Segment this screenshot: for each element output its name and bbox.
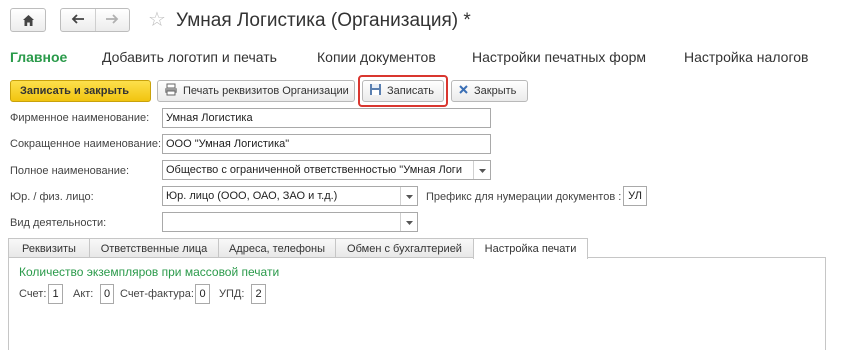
tab-label: Обмен с бухгалтерией — [347, 242, 462, 255]
chevron-down-icon — [405, 190, 413, 202]
forward-button[interactable] — [94, 9, 130, 31]
history-navigation — [60, 8, 130, 32]
section-tax-settings[interactable]: Настройка налогов — [684, 48, 808, 66]
window-title: Умная Логистика (Организация) * — [176, 10, 471, 31]
arrow-right-icon — [105, 13, 119, 27]
firm-name-field[interactable]: Умная Логистика — [162, 108, 491, 128]
full-name-dropdown-button[interactable] — [473, 161, 490, 179]
act-copies-field[interactable]: 0 — [100, 284, 114, 304]
tab-responsible-persons[interactable]: Ответственные лица — [89, 238, 219, 258]
tab-addresses-phones[interactable]: Адреса, телефоны — [218, 238, 336, 258]
tab-label: Адреса, телефоны — [228, 242, 326, 255]
entity-type-value: Юр. лицо (ООО, ОАО, ЗАО и т.д.) — [166, 190, 338, 202]
copies-heading: Количество экземпляров при массовой печа… — [19, 265, 280, 279]
tab-print-settings[interactable]: Настройка печати — [473, 238, 588, 259]
close-label: Закрыть — [474, 85, 517, 97]
section-print-form-settings[interactable]: Настройки печатных форм — [472, 48, 646, 66]
printer-icon — [164, 83, 183, 99]
entity-type-label: Юр. / физ. лицо: — [10, 191, 94, 203]
section-main[interactable]: Главное — [10, 48, 67, 66]
vat-invoice-copies-field[interactable]: 0 — [195, 284, 210, 304]
upd-copies-field[interactable]: 2 — [251, 284, 266, 304]
close-icon — [458, 84, 474, 98]
save-and-close-label: Записать и закрыть — [20, 85, 130, 97]
invoice-copies-field[interactable]: 1 — [48, 284, 63, 304]
arrow-left-icon — [71, 13, 85, 27]
chevron-down-icon — [478, 164, 486, 176]
save-and-close-button[interactable]: Записать и закрыть — [10, 80, 151, 102]
short-name-label: Сокращенное наименование: — [10, 138, 162, 150]
tab-label: Реквизиты — [22, 242, 76, 255]
tab-accounting-exchange[interactable]: Обмен с бухгалтерией — [335, 238, 474, 258]
print-details-button[interactable]: Печать реквизитов Организации — [157, 80, 355, 102]
firm-name-label: Фирменное наименование: — [10, 112, 150, 124]
full-name-value: Общество с ограниченной ответственностью… — [166, 164, 462, 176]
entity-type-select[interactable]: Юр. лицо (ООО, ОАО, ЗАО и т.д.) — [162, 186, 418, 206]
section-document-copies[interactable]: Копии документов — [317, 48, 436, 66]
activity-dropdown-button[interactable] — [400, 213, 417, 231]
tab-label: Настройка печати — [484, 243, 577, 255]
full-name-field[interactable]: Общество с ограниченной ответственностью… — [162, 160, 491, 180]
tab-label: Ответственные лица — [100, 242, 208, 255]
prefix-label: Префикс для нумерации документов : — [426, 191, 622, 203]
prefix-field[interactable]: УЛ — [623, 186, 647, 206]
upd-copies-label: УПД: — [219, 288, 245, 300]
back-button[interactable] — [61, 9, 95, 31]
short-name-field[interactable]: ООО "Умная Логистика" — [162, 134, 491, 154]
activity-select[interactable] — [162, 212, 418, 232]
full-name-label: Полное наименование: — [10, 165, 130, 177]
print-details-label: Печать реквизитов Организации — [183, 85, 349, 97]
section-add-logo[interactable]: Добавить логотип и печать — [102, 48, 277, 66]
activity-label: Вид деятельности: — [10, 217, 107, 229]
invoice-copies-label: Счет: — [19, 288, 47, 300]
vat-invoice-copies-label: Счет-фактура: — [120, 288, 194, 300]
home-button[interactable] — [10, 8, 46, 32]
act-copies-label: Акт: — [73, 288, 94, 300]
save-button-highlight — [358, 75, 448, 107]
tab-requisites[interactable]: Реквизиты — [8, 238, 90, 258]
home-icon — [22, 14, 35, 27]
chevron-down-icon — [405, 216, 413, 228]
close-button[interactable]: Закрыть — [451, 80, 528, 102]
favorite-star-icon[interactable]: ☆ — [148, 8, 166, 32]
entity-type-dropdown-button[interactable] — [400, 187, 417, 205]
